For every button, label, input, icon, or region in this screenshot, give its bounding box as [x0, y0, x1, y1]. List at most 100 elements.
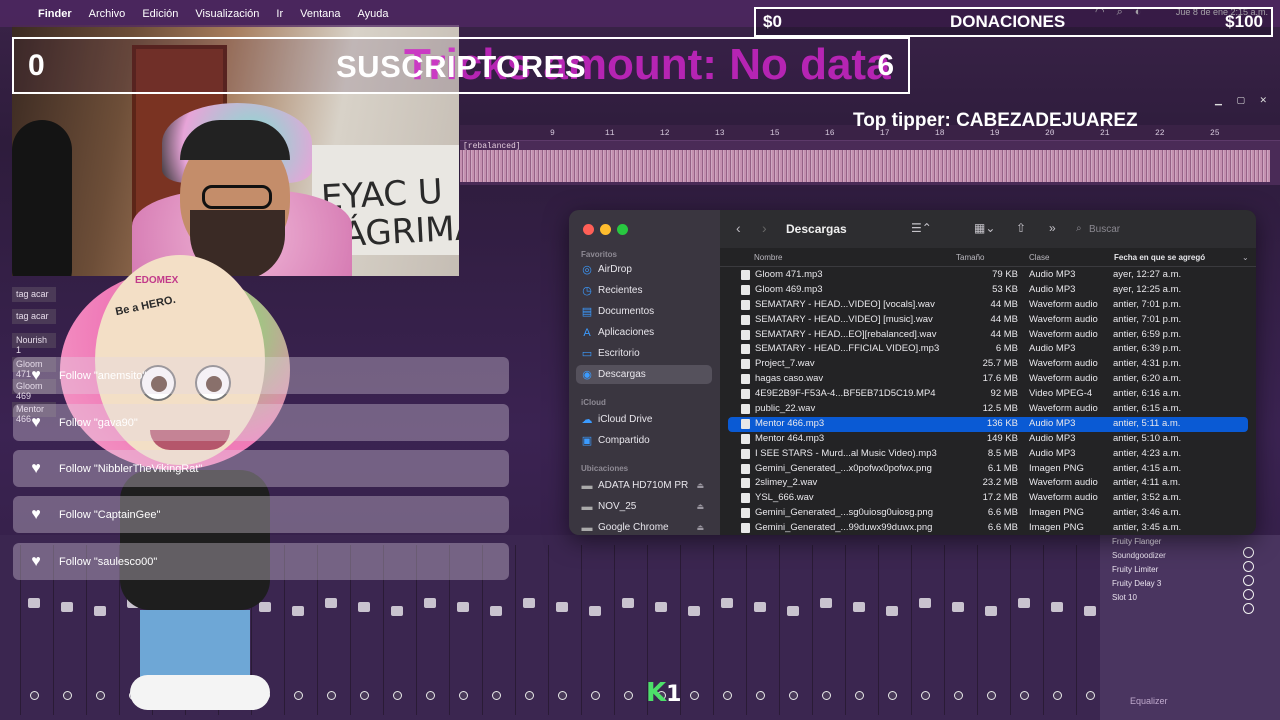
- fx-slot-toggle[interactable]: [1243, 589, 1254, 600]
- pan-knob[interactable]: [558, 691, 567, 700]
- file-row[interactable]: Project_7.wav 25.7 MB Waveform audio antier…: [720, 357, 1256, 372]
- fx-slot[interactable]: Fruity Delay 3: [1112, 579, 1161, 588]
- fx-slot[interactable]: Soundgoodizer: [1112, 551, 1166, 560]
- volume-fader[interactable]: [1018, 598, 1030, 608]
- file-row[interactable]: SEMATARY - HEAD...FFICIAL VIDEO].mp3 6 MB…: [720, 342, 1256, 357]
- eject-icon[interactable]: ⏏: [696, 523, 704, 532]
- pan-knob[interactable]: [624, 691, 633, 700]
- file-row[interactable]: I SEE STARS - Murd...al Music Video).mp3…: [720, 447, 1256, 462]
- file-row[interactable]: Gloom 469.mp3 53 KB Audio MP3 ayer, 12:25 a…: [720, 283, 1256, 298]
- volume-fader[interactable]: [424, 598, 436, 608]
- pan-knob[interactable]: [690, 691, 699, 700]
- volume-fader[interactable]: [754, 602, 766, 612]
- mixer-channel[interactable]: [779, 545, 809, 715]
- pan-knob[interactable]: [1020, 691, 1029, 700]
- file-row[interactable]: public_22.wav 12.5 MB Waveform audio antier…: [720, 402, 1256, 417]
- sidebar-item-nov25[interactable]: ▬ NOV_25 ⏏: [576, 497, 712, 516]
- file-row[interactable]: Gemini_Generated_...sg0uiosg0uiosg.png 6.…: [720, 506, 1256, 521]
- menu-item-visualizacion[interactable]: Visualización: [195, 8, 259, 20]
- file-row[interactable]: 2slimey_2.wav 23.2 MB Waveform audio antier…: [720, 476, 1256, 491]
- sidebar-item-icloud-drive[interactable]: ☁ iCloud Drive: [576, 410, 712, 429]
- daw-audio-clip[interactable]: [460, 150, 1270, 182]
- fx-slot-toggle[interactable]: [1243, 547, 1254, 558]
- file-row-selected[interactable]: Mentor 466.mp3 136 KB Audio MP3 antier, 5:1…: [728, 416, 1248, 432]
- menu-item-ir[interactable]: Ir: [276, 8, 283, 20]
- menu-app-finder[interactable]: Finder: [38, 8, 72, 20]
- column-header-date[interactable]: Fecha en que se agregó: [1114, 253, 1205, 262]
- mixer-channel[interactable]: [812, 545, 842, 715]
- menu-item-ayuda[interactable]: Ayuda: [358, 8, 389, 20]
- fx-slot-toggle[interactable]: [1243, 561, 1254, 572]
- volume-fader[interactable]: [490, 606, 502, 616]
- mixer-channel[interactable]: [746, 545, 776, 715]
- column-header-size[interactable]: Tamaño: [956, 253, 984, 262]
- mixer-channel[interactable]: [977, 545, 1007, 715]
- pan-knob[interactable]: [525, 691, 534, 700]
- sidebar-item-google-chrome[interactable]: ▬ Google Chrome ⏏: [576, 518, 712, 535]
- fx-slot-toggle[interactable]: [1243, 575, 1254, 586]
- forward-button[interactable]: ›: [762, 220, 767, 236]
- more-icon[interactable]: »: [1049, 221, 1056, 235]
- mixer-channel[interactable]: [713, 545, 743, 715]
- file-row[interactable]: YSL_666.wav 17.2 MB Waveform audio antier, …: [720, 491, 1256, 506]
- volume-fader[interactable]: [523, 598, 535, 608]
- mixer-channel[interactable]: [1010, 545, 1040, 715]
- sidebar-item-descargas[interactable]: ◉ Descargas: [576, 365, 712, 384]
- pan-knob[interactable]: [426, 691, 435, 700]
- eject-icon[interactable]: ⏏: [696, 502, 704, 511]
- fx-slot[interactable]: Slot 10: [1112, 593, 1137, 602]
- volume-fader[interactable]: [721, 598, 733, 608]
- file-row[interactable]: 4E9E2B9F-F53A-4...BF5EB71D5C19.MP4 92 MB V…: [720, 387, 1256, 402]
- pan-knob[interactable]: [789, 691, 798, 700]
- volume-fader[interactable]: [622, 598, 634, 608]
- minimize-button[interactable]: [600, 224, 611, 235]
- search-input[interactable]: [1072, 220, 1250, 239]
- pan-knob[interactable]: [459, 691, 468, 700]
- pan-knob[interactable]: [723, 691, 732, 700]
- mixer-channel[interactable]: [845, 545, 875, 715]
- fx-slot-toggle[interactable]: [1243, 603, 1254, 614]
- fx-slot[interactable]: Fruity Flanger: [1112, 537, 1161, 546]
- list-view-icon[interactable]: ☰⌃: [911, 221, 932, 235]
- volume-fader[interactable]: [28, 598, 40, 608]
- mixer-channel[interactable]: [911, 545, 941, 715]
- volume-fader[interactable]: [886, 606, 898, 616]
- menu-item-archivo[interactable]: Archivo: [89, 8, 126, 20]
- fx-slot[interactable]: Fruity Limiter: [1112, 565, 1158, 574]
- sidebar-item-escritorio[interactable]: ▭ Escritorio: [576, 344, 712, 363]
- mixer-channel[interactable]: [614, 545, 644, 715]
- mixer-channel[interactable]: [680, 545, 710, 715]
- pan-knob[interactable]: [822, 691, 831, 700]
- pan-knob[interactable]: [1053, 691, 1062, 700]
- eject-icon[interactable]: ⏏: [696, 481, 704, 490]
- file-row[interactable]: SEMATARY - HEAD...EO][rebalanced].wav 44 …: [720, 328, 1256, 343]
- file-row[interactable]: SEMATARY - HEAD...VIDEO] [music].wav 44 M…: [720, 313, 1256, 328]
- sidebar-item-aplicaciones[interactable]: A Aplicaciones: [576, 323, 712, 342]
- menu-item-ventana[interactable]: Ventana: [300, 8, 340, 20]
- file-row[interactable]: Gloom 471.mp3 79 KB Audio MP3 ayer, 12:27 a…: [720, 268, 1256, 283]
- volume-fader[interactable]: [589, 606, 601, 616]
- column-header-name[interactable]: Nombre: [754, 253, 782, 262]
- pan-knob[interactable]: [1086, 691, 1095, 700]
- volume-fader[interactable]: [1084, 606, 1096, 616]
- column-header-kind[interactable]: Clase: [1029, 253, 1049, 262]
- file-row[interactable]: Mentor 464.mp3 149 KB Audio MP3 antier, 5:1…: [720, 432, 1256, 447]
- volume-fader[interactable]: [985, 606, 997, 616]
- back-button[interactable]: ‹: [736, 220, 741, 236]
- file-row[interactable]: SEMATARY - HEAD...VIDEO] [vocals].wav 44 …: [720, 298, 1256, 313]
- menu-item-edicion[interactable]: Edición: [142, 8, 178, 20]
- pan-knob[interactable]: [591, 691, 600, 700]
- volume-fader[interactable]: [688, 606, 700, 616]
- mixer-channel[interactable]: [581, 545, 611, 715]
- maximize-button[interactable]: [617, 224, 628, 235]
- volume-fader[interactable]: [556, 602, 568, 612]
- group-icon[interactable]: ▦⌄: [974, 221, 995, 235]
- volume-fader[interactable]: [391, 606, 403, 616]
- file-row[interactable]: Gemini_Generated_...99duwx99duwx.png 6.6 …: [720, 521, 1256, 535]
- sidebar-item-airdrop[interactable]: ◎ AirDrop: [576, 260, 712, 279]
- share-icon[interactable]: ⇧: [1016, 221, 1026, 235]
- volume-fader[interactable]: [919, 598, 931, 608]
- pan-knob[interactable]: [987, 691, 996, 700]
- pan-knob[interactable]: [30, 691, 39, 700]
- volume-fader[interactable]: [655, 602, 667, 612]
